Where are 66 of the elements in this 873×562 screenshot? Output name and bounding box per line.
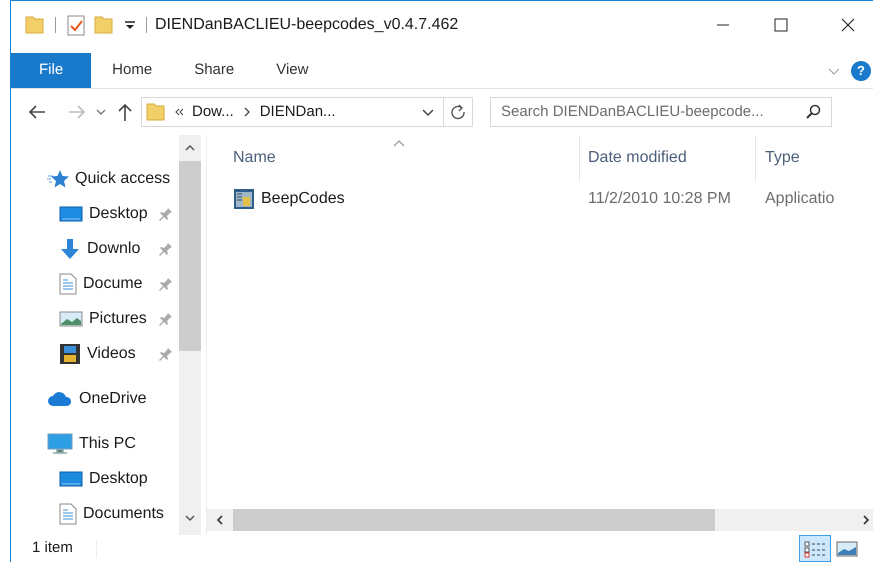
folder-icon	[25, 14, 45, 36]
sort-ascending-icon	[393, 139, 405, 147]
star-icon	[47, 168, 69, 188]
cloud-icon	[47, 390, 73, 408]
pin-icon	[159, 206, 173, 220]
checklist-icon[interactable]	[66, 14, 86, 36]
table-cell-text: Applicatio	[764, 189, 836, 209]
nav-item[interactable]: Docume	[11, 266, 179, 301]
computer-icon	[47, 432, 73, 454]
nav-item[interactable]: Documents	[11, 496, 179, 531]
document-icon	[59, 502, 77, 524]
nav-item[interactable]: Desktop	[11, 196, 179, 231]
nav-item[interactable]: Videos	[11, 336, 179, 371]
ribbon-tab[interactable]: Share	[173, 53, 256, 88]
nav-item[interactable]: This PC	[11, 426, 179, 461]
nav-item[interactable]: Downlo	[11, 231, 179, 266]
column-header[interactable]: Name	[207, 135, 579, 181]
breadcrumb-link[interactable]: Dow...	[192, 100, 234, 124]
pin-icon	[159, 242, 173, 256]
desktop-icon	[59, 470, 83, 488]
ribbon-tab[interactable]: Home	[91, 53, 174, 88]
ribbon-tab[interactable]: File	[11, 53, 92, 88]
pin-icon	[159, 346, 173, 360]
pin-icon	[159, 276, 173, 290]
pin-icon	[159, 312, 173, 326]
ribbon-tab[interactable]: View	[255, 53, 330, 88]
overflow-chevron-icon[interactable]	[174, 107, 184, 117]
address-field[interactable]: Dow... DIENDan...	[141, 97, 473, 127]
refresh-icon[interactable]	[450, 104, 466, 120]
scroll-down-icon[interactable]	[184, 513, 196, 523]
maximize-icon[interactable]	[774, 18, 788, 32]
search-icon	[805, 104, 821, 120]
nav-item[interactable]: Quick access	[11, 161, 179, 196]
details-list-icon	[804, 540, 826, 558]
details-view-button[interactable]	[799, 535, 831, 562]
back-icon[interactable]	[27, 104, 47, 120]
desktop-icon	[59, 204, 83, 222]
close-icon[interactable]	[841, 18, 855, 32]
application-icon	[233, 188, 255, 210]
horizontal-scrollbar[interactable]	[207, 509, 873, 531]
scrollbar-thumb[interactable]	[179, 161, 201, 351]
table-cell-text: 11/2/2010 10:28 PM	[587, 189, 732, 209]
nav-item[interactable]: OneDrive	[11, 381, 179, 416]
column-header[interactable]: Date modified	[579, 135, 755, 181]
scroll-up-icon[interactable]	[184, 143, 196, 153]
nav-item[interactable]: Desktop	[11, 461, 179, 496]
breadcrumb-link[interactable]: DIENDan...	[260, 100, 336, 124]
folder-icon	[146, 101, 166, 123]
film-strip-icon	[59, 342, 81, 364]
scroll-right-icon[interactable]	[861, 514, 871, 526]
landscape-image-icon	[836, 540, 858, 558]
breadcrumb-chevron-icon[interactable]	[242, 107, 251, 117]
scrollbar-thumb[interactable]	[233, 509, 715, 531]
window-title: DIENDanBACLIEU-beepcodes_v0.4.7.462	[155, 14, 458, 34]
nav-item[interactable]: Pictures	[11, 301, 179, 336]
item-count: 1 item	[31, 538, 74, 558]
landscape-image-icon	[59, 310, 83, 328]
file-name[interactable]: BeepCodes	[261, 187, 345, 211]
document-icon	[59, 272, 77, 294]
up-icon[interactable]	[117, 102, 133, 122]
vertical-scrollbar[interactable]	[179, 135, 201, 535]
column-header[interactable]: Type	[755, 135, 873, 181]
down-arrow-icon	[59, 238, 81, 260]
search-field[interactable]: Search DIENDanBACLIEU-beepcode...	[490, 97, 832, 127]
scroll-left-icon[interactable]	[215, 514, 225, 526]
help-button[interactable]: ?	[851, 60, 871, 80]
